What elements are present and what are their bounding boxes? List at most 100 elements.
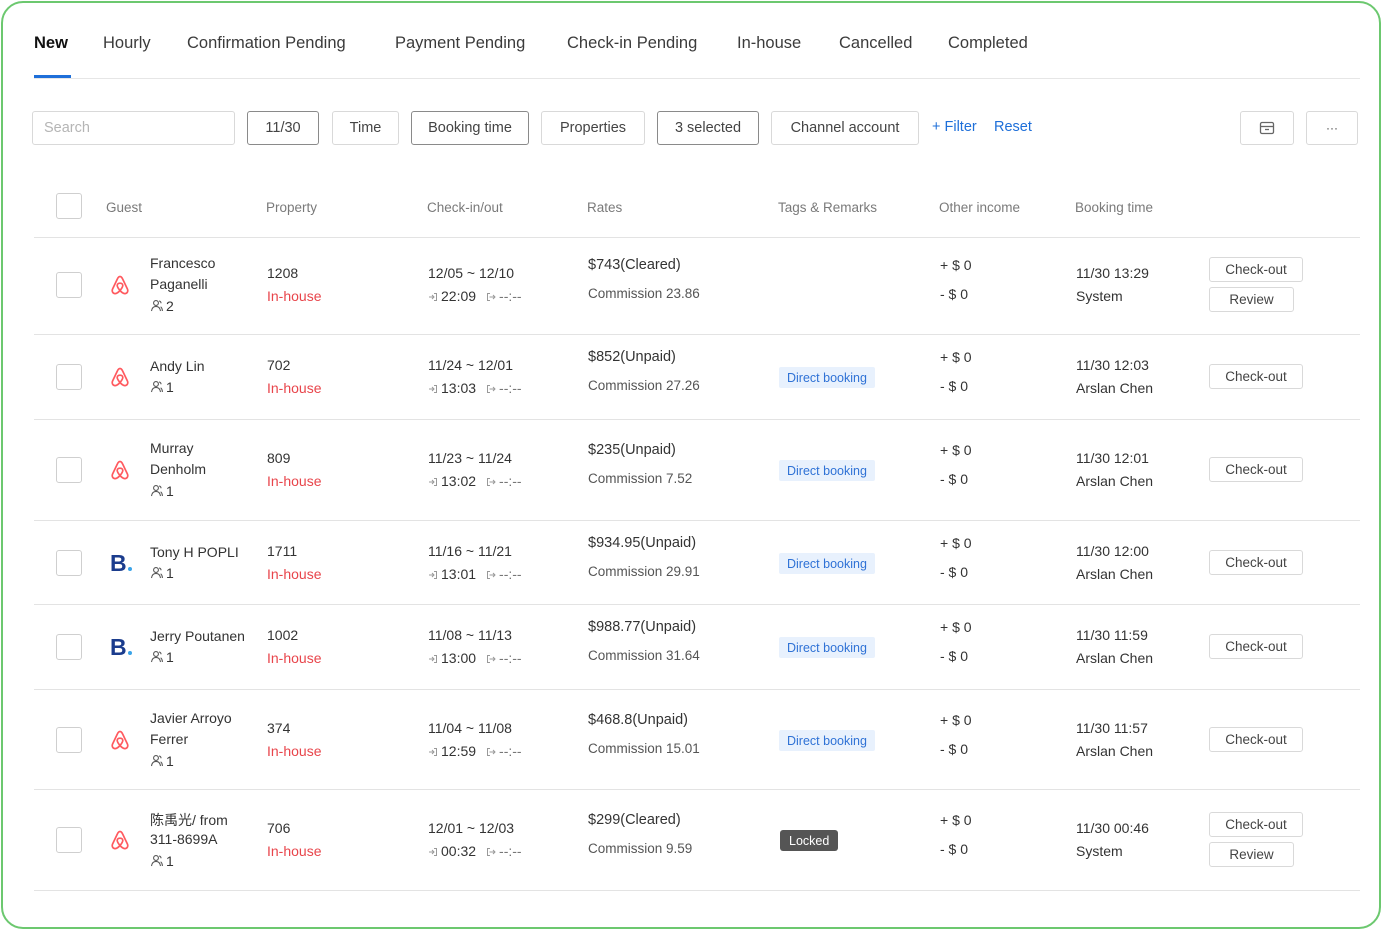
rate-amount[interactable]: $743(Cleared) xyxy=(588,257,681,273)
booking-time-filter[interactable]: Booking time xyxy=(411,111,529,145)
time-filter[interactable]: Time xyxy=(332,111,399,145)
tab-hourly[interactable]: Hourly xyxy=(103,34,151,53)
search-input[interactable]: Search xyxy=(32,111,235,145)
guest-name[interactable]: Denholm xyxy=(150,461,206,477)
tab-in-house[interactable]: In-house xyxy=(737,34,801,53)
status-label: In-house xyxy=(267,473,322,489)
selected-filter[interactable]: 3 selected xyxy=(657,111,759,145)
commission: Commission 7.52 xyxy=(588,471,693,486)
guest-name[interactable]: 311-8699A xyxy=(150,831,217,847)
row-checkbox[interactable] xyxy=(56,272,82,298)
other-income-minus: - $ 0 xyxy=(940,648,969,664)
status-label: In-house xyxy=(267,380,322,396)
property-number[interactable]: 702 xyxy=(267,357,290,373)
row-checkbox[interactable] xyxy=(56,634,82,660)
rate-amount[interactable]: $468.8(Unpaid) xyxy=(588,712,688,728)
commission: Commission 23.86 xyxy=(588,286,700,301)
status-label: In-house xyxy=(267,288,322,304)
app-frame: New Hourly Confirmation Pending Payment … xyxy=(1,1,1381,929)
check-out-button[interactable]: Check-out xyxy=(1209,727,1303,752)
review-button[interactable]: Review xyxy=(1209,842,1294,867)
guest-name[interactable]: Murray xyxy=(150,440,194,456)
other-income-minus: - $ 0 xyxy=(940,564,969,580)
checkout-icon xyxy=(486,380,499,396)
archive-icon xyxy=(1259,121,1275,135)
guest-count-value: 1 xyxy=(166,649,174,665)
checkout-time: --:-- xyxy=(499,843,522,859)
rate-amount[interactable]: $934.95(Unpaid) xyxy=(588,535,696,551)
tab-completed[interactable]: Completed xyxy=(948,34,1028,53)
booked-by: Arslan Chen xyxy=(1076,380,1154,396)
direct-booking-tag: Direct booking xyxy=(779,460,875,481)
rate-amount[interactable]: $299(Cleared) xyxy=(588,812,681,828)
checkout-time: --:-- xyxy=(499,743,522,759)
property-number[interactable]: 1208 xyxy=(267,265,298,281)
row-checkbox[interactable] xyxy=(56,727,82,753)
check-out-button[interactable]: Check-out xyxy=(1209,634,1303,659)
property-number[interactable]: 374 xyxy=(267,720,290,736)
table-row: Javier Arroyo Ferrer 1 374 In-house 11/04 ~ 1… xyxy=(34,690,1360,790)
other-income-minus: - $ 0 xyxy=(940,741,969,757)
col-rates: Rates xyxy=(587,200,623,215)
rate-amount[interactable]: $988.77(Unpaid) xyxy=(588,619,696,635)
channel-account-filter[interactable]: Channel account xyxy=(771,111,919,145)
more-options-button[interactable]: ··· xyxy=(1306,111,1358,145)
add-filter-link[interactable]: + Filter xyxy=(932,119,977,135)
guest-name[interactable]: 陈禹光/ from xyxy=(150,810,228,830)
checkin-time: 13:01 xyxy=(441,566,477,582)
tab-confirmation-pending[interactable]: Confirmation Pending xyxy=(187,34,346,53)
check-out-button[interactable]: Check-out xyxy=(1209,257,1303,282)
property-number[interactable]: 706 xyxy=(267,820,290,836)
tab-payment-pending[interactable]: Payment Pending xyxy=(395,34,525,53)
check-out-button[interactable]: Check-out xyxy=(1209,550,1303,575)
reset-link[interactable]: Reset xyxy=(994,119,1032,135)
other-income-plus: + $ 0 xyxy=(940,257,972,273)
guest-count-value: 2 xyxy=(166,297,174,314)
guest-name[interactable]: Tony H POPLI xyxy=(150,544,239,560)
rate-amount[interactable]: $235(Unpaid) xyxy=(588,442,676,458)
guest-name[interactable]: Jerry Poutanen xyxy=(150,628,245,644)
guest-count-value: 1 xyxy=(166,852,174,869)
commission: Commission 29.91 xyxy=(588,564,700,579)
properties-filter[interactable]: Properties xyxy=(541,111,645,145)
other-income-minus: - $ 0 xyxy=(940,841,969,857)
tab-check-in-pending[interactable]: Check-in Pending xyxy=(567,34,697,53)
property-number[interactable]: 1711 xyxy=(267,543,297,559)
check-out-button[interactable]: Check-out xyxy=(1209,457,1303,482)
booking-timestamp: 11/30 00:46 xyxy=(1076,820,1149,836)
stay-dates: 12/01 ~ 12/03 xyxy=(428,820,515,836)
guest-name[interactable]: Andy Lin xyxy=(150,358,204,374)
check-out-button[interactable]: Check-out xyxy=(1209,364,1303,389)
guest-count-value: 1 xyxy=(166,565,174,581)
tab-cancelled[interactable]: Cancelled xyxy=(839,34,912,53)
stay-dates: 11/23 ~ 11/24 xyxy=(428,450,512,466)
row-checkbox[interactable] xyxy=(56,364,82,390)
guest-name[interactable]: Javier Arroyo xyxy=(150,710,232,726)
booking-icon: B xyxy=(110,636,132,659)
select-all-checkbox[interactable] xyxy=(56,193,82,219)
guest-count-value: 1 xyxy=(166,752,174,769)
date-filter[interactable]: 11/30 xyxy=(247,111,319,145)
guest-name[interactable]: Paganelli xyxy=(150,276,208,292)
checkin-time: 22:09 xyxy=(441,288,477,304)
row-checkbox[interactable] xyxy=(56,827,82,853)
property-number[interactable]: 1002 xyxy=(267,627,298,643)
check-out-button[interactable]: Check-out xyxy=(1209,812,1303,837)
table-header: Guest Property Check-in/out Rates Tags &… xyxy=(34,177,1360,238)
row-checkbox[interactable] xyxy=(56,457,82,483)
guest-name[interactable]: Francesco xyxy=(150,255,215,271)
property-number[interactable]: 809 xyxy=(267,450,290,466)
row-checkbox[interactable] xyxy=(56,550,82,576)
other-income-plus: + $ 0 xyxy=(940,619,972,635)
rate-amount[interactable]: $852(Unpaid) xyxy=(588,349,676,365)
review-button[interactable]: Review xyxy=(1209,287,1294,312)
booking-timestamp: 11/30 12:03 xyxy=(1076,357,1149,373)
check-times: 00:32 --:-- xyxy=(428,843,522,859)
guest-count: 1 xyxy=(150,483,174,499)
commission: Commission 27.26 xyxy=(588,378,700,393)
table-row: Francesco Paganelli 2 1208 In-house 12/05 ~ 1… xyxy=(34,235,1360,335)
archive-button[interactable] xyxy=(1240,111,1294,145)
guest-name[interactable]: Ferrer xyxy=(150,731,188,747)
check-times: 22:09 --:-- xyxy=(428,288,522,304)
tab-new[interactable]: New xyxy=(34,34,68,53)
